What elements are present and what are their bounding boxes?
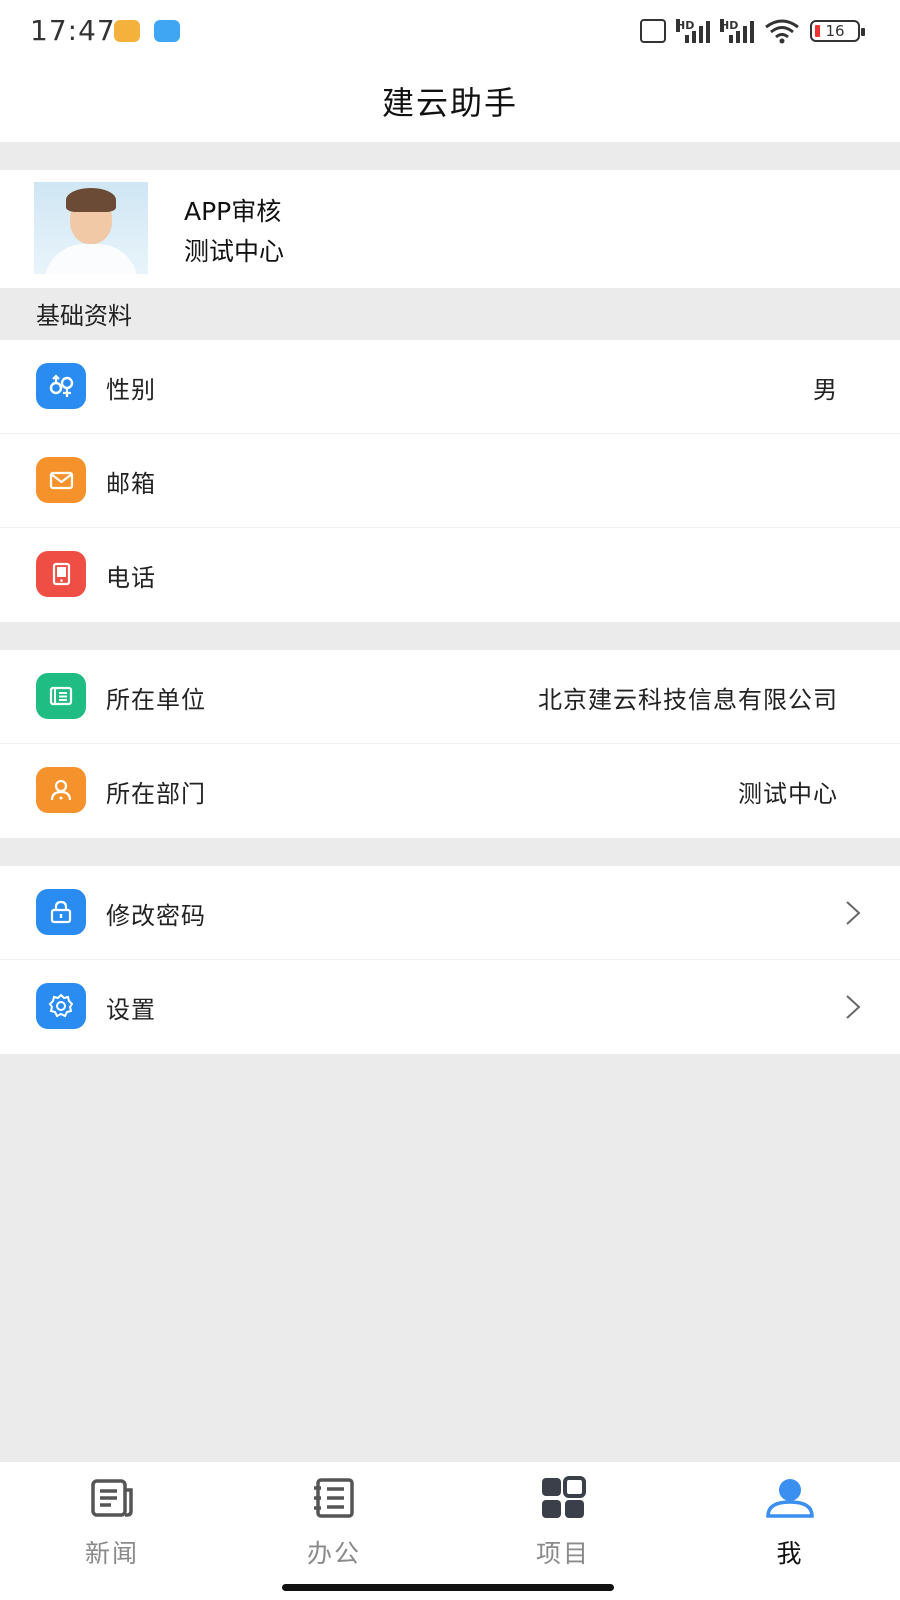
department-icon xyxy=(36,767,86,813)
chevron-right-icon xyxy=(846,901,861,925)
project-grid-icon xyxy=(542,1476,586,1518)
row-label: 性别 xyxy=(106,376,156,404)
row-value: 测试中心 xyxy=(738,780,838,808)
tab-label: 项目 xyxy=(535,1539,590,1568)
lock-icon xyxy=(36,889,86,935)
user-icon xyxy=(766,1479,814,1518)
row-label: 邮箱 xyxy=(106,470,156,498)
gear-icon xyxy=(36,983,86,1029)
battery-icon: 16 xyxy=(810,20,865,42)
tab-me[interactable]: 我 xyxy=(730,1476,850,1570)
tab-label: 新闻 xyxy=(84,1539,139,1568)
hd-label-2: HD xyxy=(720,19,739,32)
row-label: 电话 xyxy=(106,564,156,592)
profile-department: 测试中心 xyxy=(184,237,285,266)
tab-office[interactable]: 办公 xyxy=(274,1476,394,1570)
profile-card[interactable]: APP审核 测试中心 xyxy=(0,170,900,288)
message-app-icon xyxy=(114,20,140,42)
signal-icon-2: HD xyxy=(720,19,754,43)
basic-info-list: 性别 男 邮箱 电话 xyxy=(0,340,900,622)
avatar[interactable] xyxy=(34,182,148,274)
row-change-password[interactable]: 修改密码 xyxy=(0,866,900,960)
signal-icon: HD xyxy=(676,19,710,43)
tab-news[interactable]: 新闻 xyxy=(52,1476,172,1570)
chevron-right-icon xyxy=(846,995,861,1019)
status-bar: 17:47 HD HD 16 xyxy=(0,0,900,62)
mail-icon xyxy=(36,457,86,503)
actions-list: 修改密码 设置 xyxy=(0,866,900,1054)
wifi-icon xyxy=(765,19,799,44)
tab-bar: 新闻 办公 项目 我 xyxy=(0,1462,900,1600)
page-title: 建云助手 xyxy=(381,84,518,122)
tab-label: 我 xyxy=(776,1539,804,1568)
org-info-list: 所在单位 北京建云科技信息有限公司 所在部门 测试中心 xyxy=(0,650,900,838)
home-indicator[interactable] xyxy=(282,1584,614,1591)
phone-icon xyxy=(36,551,86,597)
row-company[interactable]: 所在单位 北京建云科技信息有限公司 xyxy=(0,650,900,744)
row-label: 修改密码 xyxy=(106,902,206,930)
nfc-icon xyxy=(640,19,666,43)
row-label: 设置 xyxy=(106,996,156,1024)
row-phone[interactable]: 电话 xyxy=(0,528,900,622)
tab-label: 办公 xyxy=(306,1539,361,1568)
status-indicators: HD HD 16 xyxy=(640,18,865,44)
row-label: 所在部门 xyxy=(106,780,206,808)
battery-level: 16 xyxy=(825,22,845,40)
hd-label: HD xyxy=(676,19,695,32)
row-value: 男 xyxy=(813,376,838,404)
office-icon xyxy=(314,1478,354,1518)
row-department[interactable]: 所在部门 测试中心 xyxy=(0,744,900,838)
row-settings[interactable]: 设置 xyxy=(0,960,900,1054)
chat-app-icon xyxy=(154,20,180,42)
row-label: 所在单位 xyxy=(106,686,206,714)
row-value: 北京建云科技信息有限公司 xyxy=(538,686,838,714)
profile-name: APP审核 xyxy=(184,197,282,226)
section-title-basic-info: 基础资料 xyxy=(36,302,132,330)
status-time: 17:47 xyxy=(30,14,116,47)
gender-icon xyxy=(36,363,86,409)
tab-project[interactable]: 项目 xyxy=(503,1476,623,1570)
row-gender[interactable]: 性别 男 xyxy=(0,340,900,434)
row-email[interactable]: 邮箱 xyxy=(0,434,900,528)
news-icon xyxy=(91,1479,133,1517)
company-icon xyxy=(36,673,86,719)
title-bar: 建云助手 xyxy=(0,62,900,142)
